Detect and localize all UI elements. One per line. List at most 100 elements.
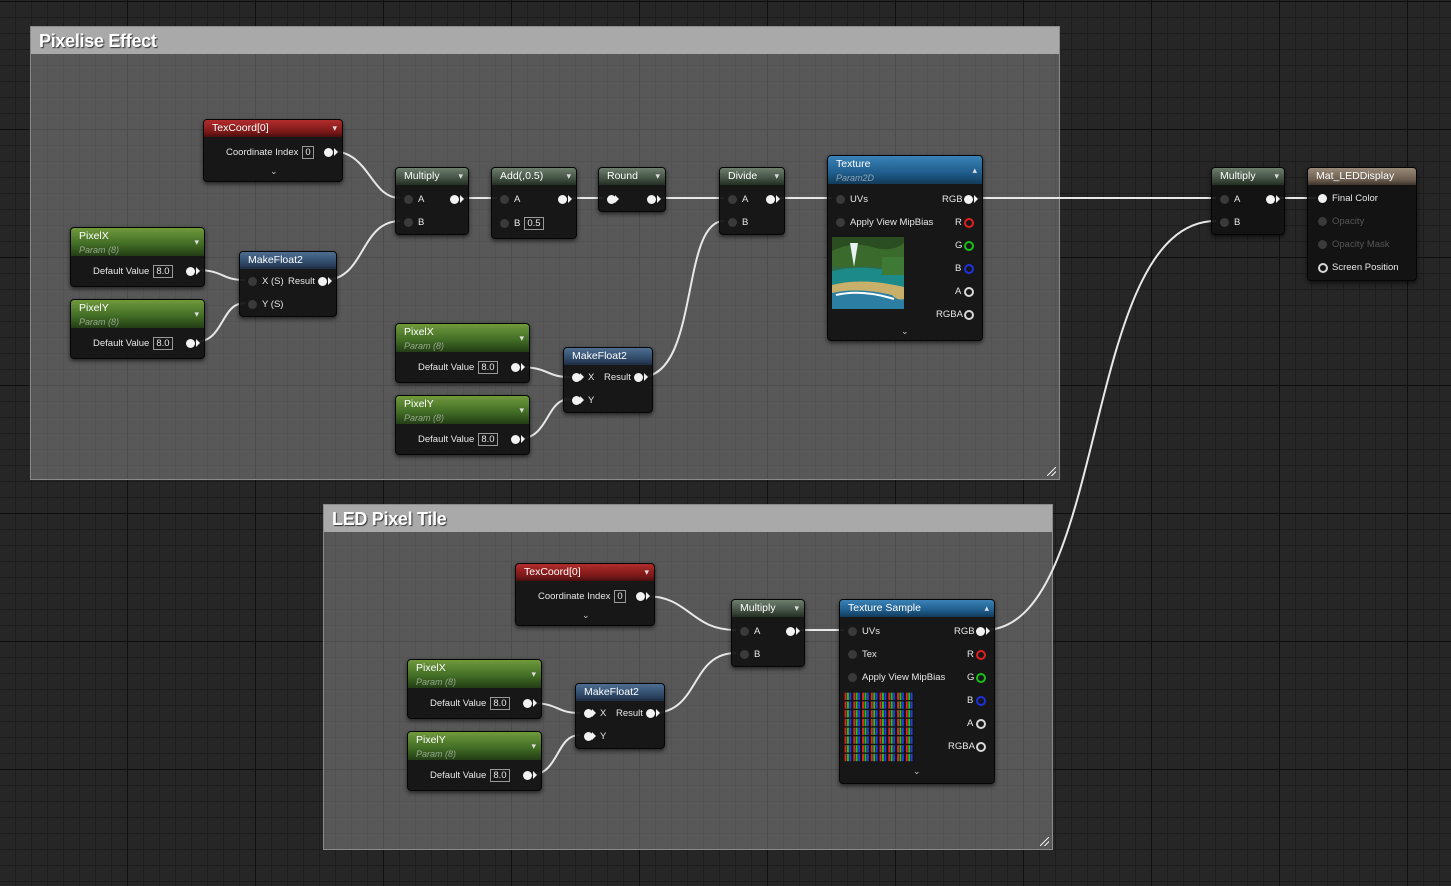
node-header[interactable]: PixelY Param (8) ▾ (408, 732, 541, 760)
input-pin-a[interactable] (500, 195, 509, 204)
chevron-down-icon[interactable]: ▾ (566, 168, 571, 185)
node-header[interactable]: PixelX Param (8) ▾ (71, 228, 204, 256)
resize-grip-icon[interactable] (1040, 837, 1049, 846)
output-pin[interactable] (523, 771, 532, 780)
node-header[interactable]: Texture Param2D ▴ (828, 156, 982, 184)
chevron-down-icon[interactable]: ⌄ (901, 326, 909, 337)
node-multiply[interactable]: Multiply ▾ A B (395, 167, 469, 235)
input-pin-opacity-mask[interactable] (1318, 240, 1327, 249)
node-multiply[interactable]: Multiply ▾ A B (731, 599, 805, 667)
output-pin[interactable] (450, 195, 459, 204)
input-pin-uvs[interactable] (836, 195, 845, 204)
output-pin[interactable] (646, 709, 655, 718)
input-pin-b[interactable] (728, 218, 737, 227)
output-pin[interactable] (647, 195, 656, 204)
chevron-down-icon[interactable]: ▾ (519, 403, 524, 417)
chevron-down-icon[interactable]: ▾ (774, 168, 779, 185)
node-add[interactable]: Add(,0.5) ▾ A B 0.5 (491, 167, 577, 239)
node-header[interactable]: Round ▾ (599, 168, 665, 185)
output-pin[interactable] (186, 339, 195, 348)
node-makefloat2[interactable]: MakeFloat2 X Result Y (575, 683, 665, 749)
output-pin-rgba[interactable] (976, 742, 986, 752)
chevron-down-icon[interactable]: ▾ (194, 307, 199, 321)
input-pin-final-color[interactable] (1318, 194, 1327, 203)
output-pin[interactable] (786, 627, 795, 636)
chevron-down-icon[interactable]: ▾ (794, 600, 799, 617)
output-pin-r[interactable] (976, 650, 986, 660)
input-pin-a[interactable] (1220, 195, 1229, 204)
comment-title[interactable]: Pixelise Effect (31, 27, 1059, 54)
node-texture-param[interactable]: Texture Param2D ▴ UVs RGB Apply View MipBi… (827, 155, 983, 341)
input-pin-x[interactable] (248, 277, 257, 286)
b-value-field[interactable]: 0.5 (524, 217, 544, 230)
output-pin-r[interactable] (964, 218, 974, 228)
node-makefloat2[interactable]: MakeFloat2 X (S) Result Y (S) (239, 251, 337, 317)
input-pin-a[interactable] (740, 627, 749, 636)
input-pin-y[interactable] (248, 300, 257, 309)
input-pin-b[interactable] (740, 650, 749, 659)
output-pin[interactable] (558, 195, 567, 204)
output-pin-b[interactable] (976, 696, 986, 706)
node-header[interactable]: PixelY Param (8) ▾ (71, 300, 204, 328)
chevron-down-icon[interactable]: ⌄ (270, 166, 278, 177)
node-header[interactable]: Multiply ▾ (396, 168, 468, 185)
default-value-field[interactable]: 8.0 (490, 769, 510, 782)
coordinate-index-field[interactable]: 0 (614, 590, 626, 603)
default-value-field[interactable]: 8.0 (153, 337, 173, 350)
node-material-output[interactable]: Mat_LEDDisplay Final Color Opacity Opaci… (1307, 167, 1417, 281)
coordinate-index-field[interactable]: 0 (302, 146, 314, 159)
node-header[interactable]: Mat_LEDDisplay (1308, 168, 1416, 185)
chevron-down-icon[interactable]: ⌄ (913, 766, 921, 777)
input-pin-screen-position[interactable] (1318, 263, 1328, 273)
node-header[interactable]: Texture Sample ▴ (840, 600, 994, 617)
output-pin-g[interactable] (976, 673, 986, 683)
node-header[interactable]: Multiply ▾ (1212, 168, 1284, 185)
default-value-field[interactable]: 8.0 (478, 361, 498, 374)
input-pin-a[interactable] (728, 195, 737, 204)
chevron-down-icon[interactable]: ▾ (1274, 168, 1279, 185)
output-pin[interactable] (186, 267, 195, 276)
output-pin[interactable] (1266, 195, 1275, 204)
node-pixely[interactable]: PixelY Param (8) ▾ Default Value 8.0 (395, 395, 530, 455)
node-texcoord[interactable]: TexCoord[0] ▾ Coordinate Index 0 ⌄ (203, 119, 343, 182)
input-pin-uvs[interactable] (848, 627, 857, 636)
chevron-down-icon[interactable]: ▾ (519, 331, 524, 345)
node-texcoord[interactable]: TexCoord[0] ▾ Coordinate Index 0 ⌄ (515, 563, 655, 626)
node-header[interactable]: MakeFloat2 (240, 252, 336, 269)
node-header[interactable]: PixelX Param (8) ▾ (408, 660, 541, 688)
input-pin-b[interactable] (500, 219, 509, 228)
chevron-down-icon[interactable]: ▾ (332, 120, 337, 137)
node-multiply-final[interactable]: Multiply ▾ A B (1211, 167, 1285, 235)
chevron-down-icon[interactable]: ▾ (644, 564, 649, 581)
node-pixely[interactable]: PixelY Param (8) ▾ Default Value 8.0 (70, 299, 205, 359)
output-pin-g[interactable] (964, 241, 974, 251)
chevron-down-icon[interactable]: ▾ (531, 667, 536, 681)
input-pin-a[interactable] (404, 195, 413, 204)
output-pin[interactable] (634, 373, 643, 382)
node-header[interactable]: PixelY Param (8) ▾ (396, 396, 529, 424)
input-pin-mipbias[interactable] (848, 673, 857, 682)
input-pin-mipbias[interactable] (836, 218, 845, 227)
node-header[interactable]: PixelX Param (8) ▾ (396, 324, 529, 352)
node-header[interactable]: TexCoord[0] ▾ (516, 564, 654, 581)
input-pin-b[interactable] (404, 218, 413, 227)
output-pin-rgb[interactable] (976, 627, 985, 636)
node-pixelx[interactable]: PixelX Param (8) ▾ Default Value 8.0 (395, 323, 530, 383)
node-divide[interactable]: Divide ▾ A B (719, 167, 785, 235)
output-pin[interactable] (511, 363, 520, 372)
output-pin-rgb[interactable] (964, 195, 973, 204)
node-round[interactable]: Round ▾ (598, 167, 666, 212)
default-value-field[interactable]: 8.0 (478, 433, 498, 446)
output-pin[interactable] (511, 435, 520, 444)
input-pin-b[interactable] (1220, 218, 1229, 227)
output-pin[interactable] (636, 592, 645, 601)
node-texture-sample[interactable]: Texture Sample ▴ UVs RGB Tex R Apply View… (839, 599, 995, 784)
output-pin-a[interactable] (964, 287, 974, 297)
output-pin-rgba[interactable] (964, 310, 974, 320)
node-header[interactable]: TexCoord[0] ▾ (204, 120, 342, 137)
output-pin[interactable] (766, 195, 775, 204)
node-header[interactable]: Add(,0.5) ▾ (492, 168, 576, 185)
chevron-down-icon[interactable]: ⌄ (582, 610, 590, 621)
output-pin-b[interactable] (964, 264, 974, 274)
input-pin-opacity[interactable] (1318, 217, 1327, 226)
